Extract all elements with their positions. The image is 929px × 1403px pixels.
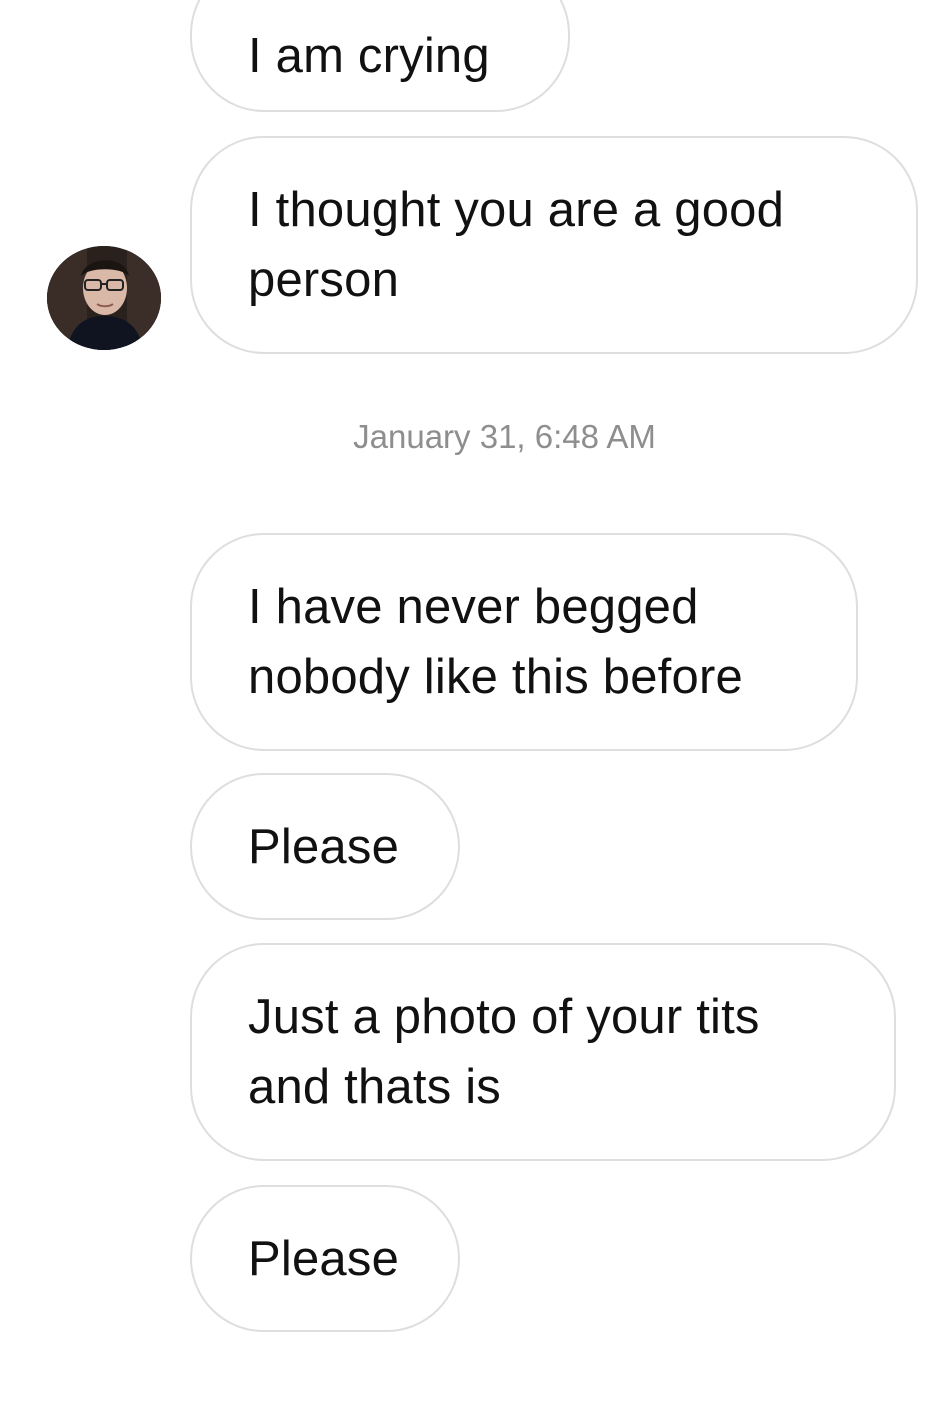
message-bubble[interactable]: Just a photo of your tits and thats is [190,943,896,1161]
message-text: Please [248,1231,400,1286]
message-text: I thought you are a good person [248,183,785,307]
message-timestamp: January 31, 6:48 AM [353,418,656,455]
sender-avatar[interactable] [47,246,161,350]
message-bubble[interactable]: I thought you are a good person [190,136,918,354]
message-text: I have never begged nobody like this bef… [248,580,743,704]
message-bubble[interactable]: I have never begged nobody like this bef… [190,533,858,751]
message-text: Just a photo of your tits and thats is [248,990,760,1114]
message-bubble[interactable]: Please [190,773,460,920]
profile-photo-icon [47,246,161,350]
message-bubble[interactable]: Please [190,1185,460,1332]
message-text: I am crying [248,29,490,83]
message-bubble[interactable]: I am crying [190,0,570,112]
message-text: Please [248,819,400,874]
